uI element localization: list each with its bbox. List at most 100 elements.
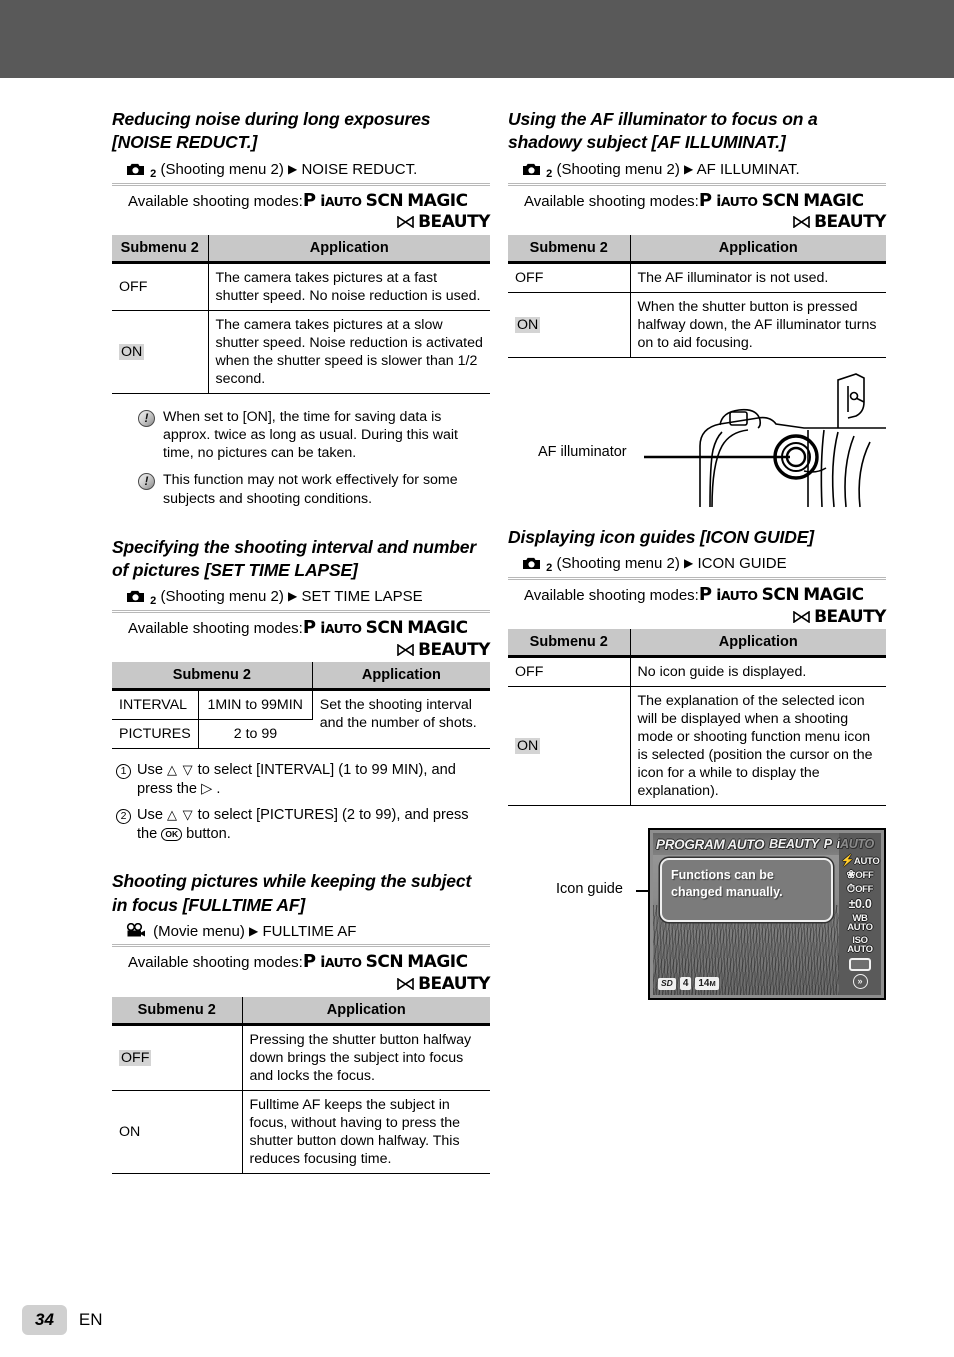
mode-scn: SCN — [761, 585, 800, 605]
section-icon-guide: Displaying icon guides [ICON GUIDE] 2 (S… — [508, 526, 886, 1009]
mode-magic: MAGIC — [803, 585, 864, 605]
exposure-comp-icon[interactable]: ±0.0 — [848, 898, 871, 911]
icon-guide-screenshot: Icon guide PROGRAM AUTO BEAUTY P iAUTO — [508, 828, 886, 1008]
application-text: No icon guide is displayed. — [630, 656, 886, 688]
mode-scn: SCN — [365, 952, 404, 973]
note-text: This function may not work effectively f… — [163, 472, 458, 507]
mode-beauty: BEAUTY — [418, 639, 490, 660]
table-header-row: Submenu 2 Application — [112, 662, 490, 692]
table-row: INTERVAL 1MIN to 99MIN Set the shooting … — [112, 689, 490, 750]
lcd-mode-bar: PROGRAM AUTO BEAUTY P iAUTO — [653, 833, 874, 856]
bowtie-icon — [397, 976, 418, 993]
submenu-range: 1MIN to 99MIN — [198, 689, 313, 721]
header-application: Application — [630, 629, 886, 659]
drive-mode-icon[interactable] — [849, 957, 871, 971]
submenu-value: ON — [112, 1090, 243, 1174]
table-row: OFF Pressing the shutter button halfway … — [112, 1024, 490, 1091]
mode-p: P — [698, 584, 713, 605]
right-triangle-icon: ▶ — [288, 161, 298, 176]
noise-reduct-table: Submenu 2 Application OFF The camera tak… — [112, 234, 490, 394]
available-modes-label: Available shooting modes: — [128, 620, 303, 638]
lcd-inner: PROGRAM AUTO BEAUTY P iAUTO Functions ca… — [653, 833, 881, 996]
mode-iauto: iAUTO — [320, 619, 362, 638]
mode-magic: MAGIC — [407, 952, 468, 973]
mode-magic: MAGIC — [407, 618, 468, 639]
submenu-value: OFF — [508, 656, 631, 688]
header-submenu: Submenu 2 — [112, 234, 209, 264]
right-triangle-icon: ▶ — [684, 161, 694, 176]
section-set-time-lapse: Specifying the shooting interval and num… — [112, 536, 490, 845]
self-timer-icon[interactable]: ⏱OFF — [847, 884, 874, 895]
icon-guide-tooltip: Functions can be changed manually. — [660, 858, 833, 923]
camera-line-drawing — [644, 372, 886, 507]
steps-list: 1 Use △ ▽ to select [INTERVAL] (1 to 99 … — [112, 761, 490, 844]
caution-icon — [138, 473, 155, 491]
application-text: The AF illuminator is not used. — [630, 262, 886, 293]
menu-index: 2 — [150, 595, 157, 608]
page-number: 34 — [22, 1305, 67, 1335]
set-time-lapse-table: Submenu 2 Application INTERVAL 1MIN to 9… — [112, 662, 490, 750]
submenu-value: OFF — [508, 262, 631, 293]
available-modes-label: Available shooting modes: — [128, 954, 303, 972]
mode-beauty: BEAUTY — [814, 606, 886, 627]
step-text: Use △ ▽ to select [PICTURES] (2 to 99), … — [137, 807, 469, 843]
mode-magic: MAGIC — [803, 190, 864, 211]
bowtie-icon — [397, 642, 418, 659]
more-options-icon[interactable]: » — [852, 973, 868, 989]
menu-path: (Movie menu) ▶ FULLTIME AF — [112, 922, 490, 948]
notes-list: When set to [ON], the time for saving da… — [112, 408, 490, 508]
application-text: Fulltime AF keeps the subject in focus, … — [242, 1090, 490, 1174]
application-text: The camera takes pictures at a slow shut… — [208, 310, 490, 394]
available-modes-line: Available shooting modes:P iAUTO SCN MAG… — [112, 190, 490, 212]
lcd-status-indicators: SD 4 14M — [658, 977, 719, 991]
flash-mode-icon[interactable]: ⚡AUTO — [841, 856, 880, 867]
submenu-value: ON — [508, 686, 631, 807]
menu-path: 2 (Shooting menu 2) ▶ ICON GUIDE — [508, 555, 886, 580]
submenu-value: OFF — [112, 1024, 243, 1091]
mode-magic: MAGIC — [407, 190, 468, 211]
available-modes-line: Available shooting modes:P iAUTO SCN MAG… — [112, 617, 490, 639]
table-row: OFF The AF illuminator is not used. — [508, 262, 886, 293]
table-row: OFF No icon guide is displayed. — [508, 656, 886, 688]
white-balance-icon[interactable]: WB AUTO — [847, 914, 873, 933]
camera-icon — [126, 590, 149, 607]
submenu-value: OFF — [112, 262, 209, 311]
macro-mode-icon[interactable]: ❀OFF — [846, 870, 873, 881]
submenu-value: ON — [112, 310, 209, 394]
iso-icon[interactable]: ISO AUTO — [847, 936, 873, 955]
menu-name: (Movie menu) — [153, 922, 245, 940]
available-modes-line-2: BEAUTY — [112, 639, 490, 661]
step-text: Use △ ▽ to select [INTERVAL] (1 to 99 MI… — [137, 762, 456, 798]
fulltime-af-table: Submenu 2 Application OFF Pressing the s… — [112, 996, 490, 1174]
submenu-value: PICTURES — [112, 719, 199, 750]
camera-icon — [522, 163, 545, 180]
menu-target: AF ILLUMINAT. — [696, 160, 800, 178]
step-item: 1 Use △ ▽ to select [INTERVAL] (1 to 99 … — [116, 761, 490, 799]
section-noise-reduct: Reducing noise during long exposures [NO… — [112, 108, 490, 508]
header-application: Application — [630, 234, 886, 264]
bowtie-icon — [793, 609, 814, 626]
right-triangle-icon: ▶ — [288, 589, 298, 604]
submenu-value: ON — [508, 292, 631, 358]
application-text: When the shutter button is pressed halfw… — [630, 292, 886, 358]
application-text: Pressing the shutter button halfway down… — [242, 1024, 490, 1091]
af-illuminator-illustration: AF illuminator — [508, 372, 886, 512]
header-application: Application — [208, 234, 490, 264]
step-item: 2 Use △ ▽ to select [PICTURES] (2 to 99)… — [116, 806, 490, 844]
menu-path: 2 (Shooting menu 2) ▶ AF ILLUMINAT. — [508, 161, 886, 186]
header-application: Application — [242, 996, 490, 1026]
mode-label-program-auto: PROGRAM AUTO — [656, 836, 765, 852]
mode-beauty: BEAUTY — [418, 212, 490, 233]
mode-iauto: iAUTO — [716, 191, 758, 210]
page-body: Reducing noise during long exposures [NO… — [0, 108, 954, 1288]
bowtie-icon — [793, 214, 814, 231]
camera-lcd: PROGRAM AUTO BEAUTY P iAUTO Functions ca… — [648, 828, 886, 1001]
header-submenu: Submenu 2 — [112, 662, 313, 692]
updown-keys-icon: △ ▽ — [167, 807, 194, 823]
mode-label-p: P — [823, 837, 832, 852]
step-number: 1 — [116, 764, 131, 780]
menu-target: ICON GUIDE — [697, 555, 787, 573]
mode-scn: SCN — [365, 190, 404, 211]
page-title: Specifying the shooting interval and num… — [112, 536, 477, 580]
available-modes-line: Available shooting modes:P iAUTO SCN MAG… — [112, 951, 490, 973]
